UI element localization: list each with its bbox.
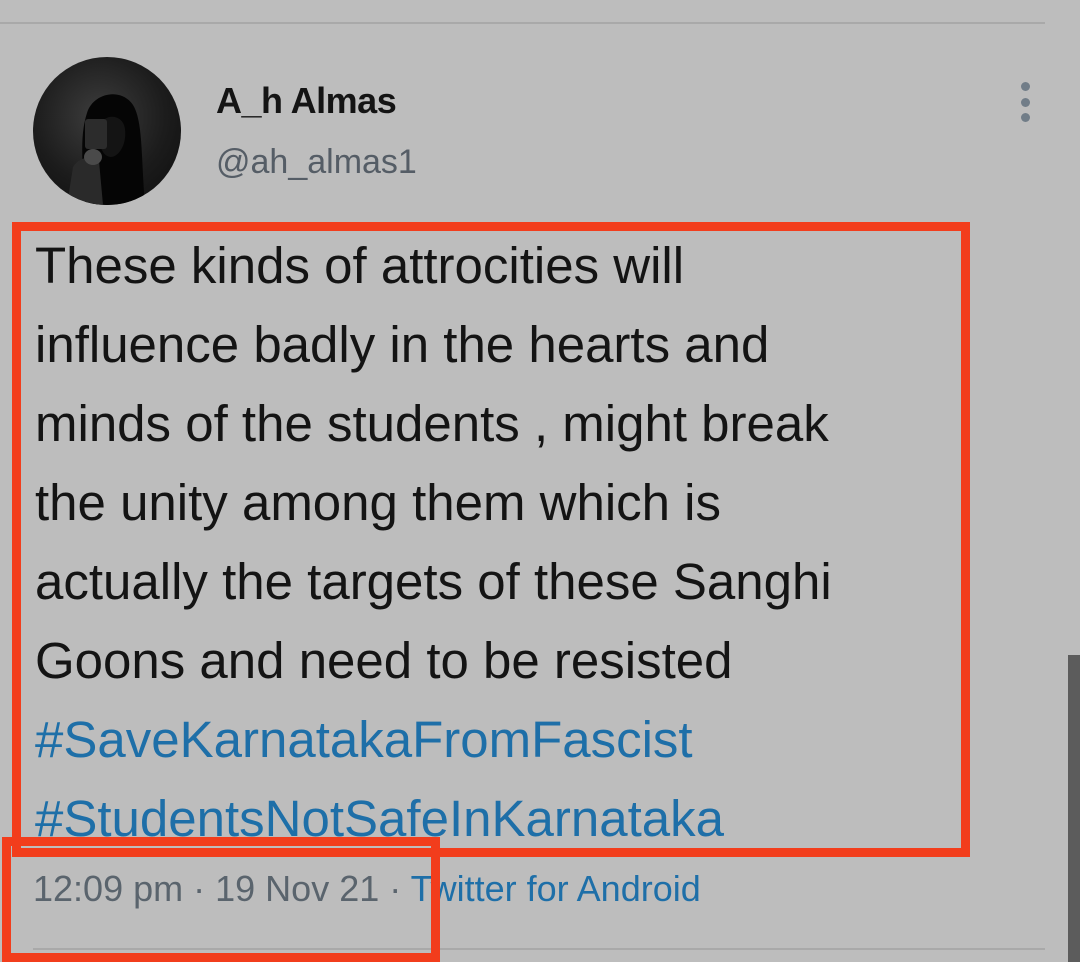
- meta-separator: ·: [193, 868, 206, 909]
- tweet-text-line: Goons and need to be resisted: [35, 632, 733, 689]
- tweet-text-line: minds of the students , might break: [35, 395, 829, 452]
- tweet-metadata: 12:09 pm · 19 Nov 21 · Twitter for Andro…: [33, 868, 701, 910]
- avatar-photo-icon: [67, 94, 145, 205]
- tweet-text-line: actually the targets of these Sanghi: [35, 553, 832, 610]
- dot: [1020, 97, 1030, 107]
- tweet-text-line: These kinds of attrocities will: [35, 237, 685, 294]
- top-divider: [0, 22, 1045, 24]
- hashtag-link[interactable]: #SaveKarnatakaFromFascist: [35, 700, 1015, 779]
- hashtag-link[interactable]: #StudentsNotSafeInKarnataka: [35, 779, 1015, 858]
- more-options-icon[interactable]: [1010, 82, 1040, 122]
- scrollbar[interactable]: [1068, 655, 1080, 962]
- dot: [1020, 82, 1030, 91]
- tweet-source-link[interactable]: Twitter for Android: [411, 868, 701, 909]
- tweet-time[interactable]: 12:09 pm: [33, 868, 183, 909]
- bottom-divider: [33, 948, 1045, 950]
- tweet-text-line: influence badly in the hearts and: [35, 316, 770, 373]
- avatar[interactable]: [33, 57, 181, 205]
- user-handle[interactable]: @ah_almas1: [216, 143, 417, 182]
- tweet-text-line: the unity among them which is: [35, 474, 722, 531]
- tweet-date[interactable]: 19 Nov 21: [215, 868, 379, 909]
- meta-separator: ·: [389, 868, 402, 909]
- tweet-text: These kinds of attrocities will influenc…: [35, 226, 1015, 858]
- dot: [1020, 113, 1030, 122]
- display-name[interactable]: A_h Almas: [216, 80, 397, 122]
